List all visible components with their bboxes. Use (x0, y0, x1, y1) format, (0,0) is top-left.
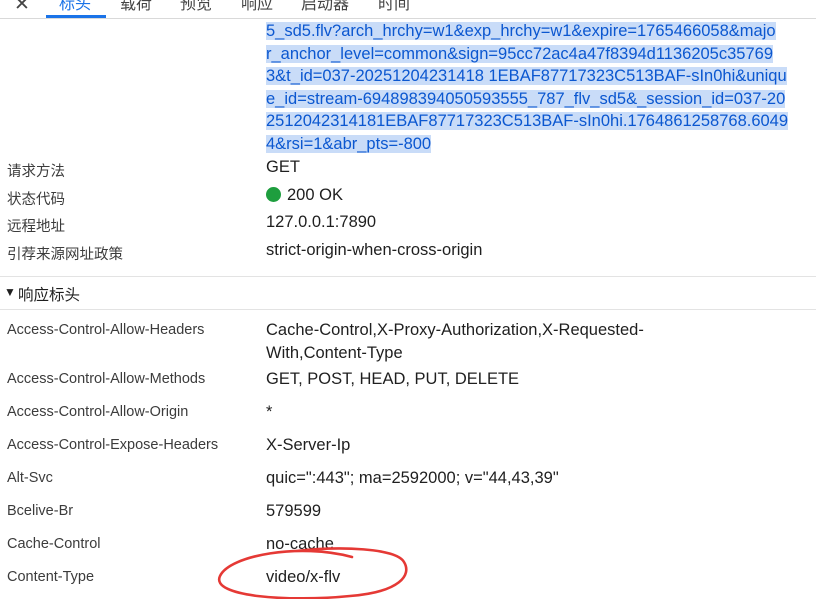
annotation-circle (217, 547, 408, 599)
